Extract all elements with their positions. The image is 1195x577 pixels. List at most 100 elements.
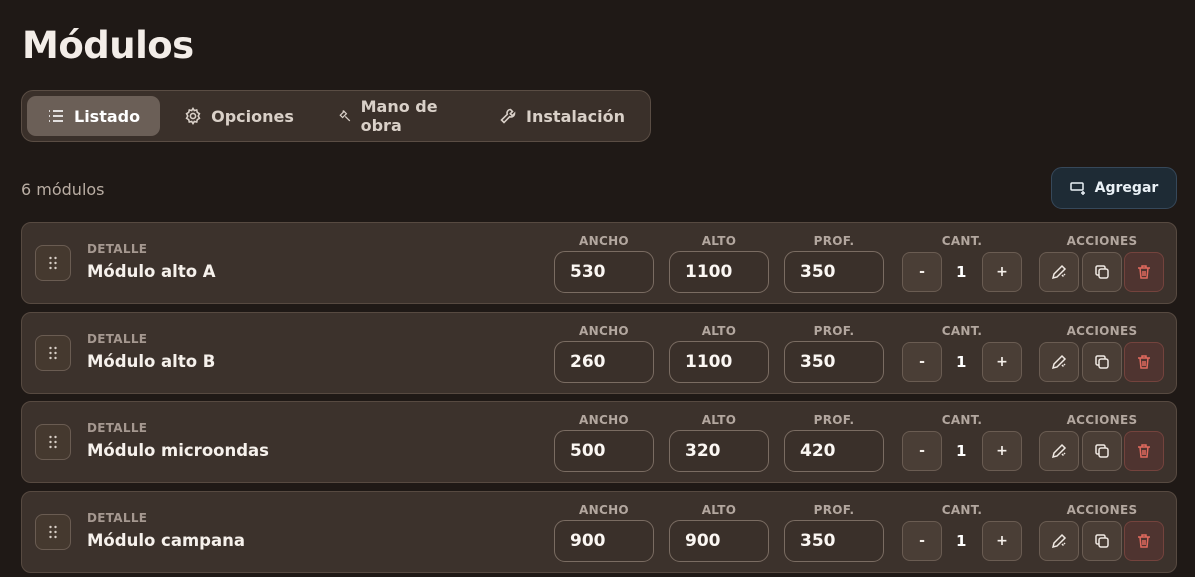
duplicate-button[interactable] — [1082, 252, 1122, 292]
actions-label: ACCIONES — [1066, 234, 1138, 248]
list-icon — [49, 110, 63, 122]
actions-label: ACCIONES — [1066, 413, 1138, 427]
module-count: 6 módulos — [21, 180, 105, 199]
delete-button[interactable] — [1124, 341, 1164, 382]
edit-icon — [1051, 354, 1067, 369]
actions-label: ACCIONES — [1066, 502, 1138, 517]
grip-icon — [49, 256, 57, 270]
module-row: DETALLE Módulo alto B ANCHO ALTO PROF. C… — [21, 311, 1177, 394]
module-row: DETALLE Módulo microondas ANCHO ALTO PRO… — [21, 401, 1177, 483]
copy-icon — [1095, 354, 1109, 369]
tab-label: Instalación — [526, 106, 625, 126]
trash-icon — [1138, 265, 1150, 279]
edit-button[interactable] — [1039, 520, 1079, 561]
grip-icon — [49, 346, 57, 359]
width-input[interactable] — [554, 340, 654, 383]
gear-icon — [185, 107, 201, 125]
decrement-button[interactable]: - — [902, 341, 942, 382]
qty-label: CANT. — [941, 323, 983, 338]
trash-icon — [1138, 533, 1150, 548]
drag-handle[interactable] — [35, 513, 71, 550]
tab-mano-de-obra[interactable]: Mano de obra — [318, 96, 475, 136]
height-input[interactable] — [669, 519, 769, 562]
decrement-button[interactable]: - — [902, 520, 942, 561]
edit-icon — [1051, 533, 1067, 548]
wrench-icon — [500, 108, 516, 124]
height-label: ALTO — [701, 502, 737, 517]
width-label: ANCHO — [579, 502, 629, 517]
width-input[interactable] — [554, 251, 654, 293]
add-module-icon — [1069, 181, 1085, 195]
module-row: DETALLE Módulo alto A ANCHO ALTO PROF. C… — [21, 222, 1177, 304]
trash-icon — [1138, 444, 1150, 458]
width-input[interactable] — [554, 430, 654, 472]
depth-label: PROF. — [813, 323, 855, 338]
detail-label: DETALLE — [87, 242, 148, 256]
height-input[interactable] — [669, 340, 769, 383]
tab-label: Listado — [74, 106, 141, 126]
width-label: ANCHO — [579, 413, 629, 427]
tab-instalacion[interactable]: Instalación — [479, 96, 645, 136]
quantity-value: 1 — [956, 442, 967, 460]
detail-label: DETALLE — [87, 421, 148, 435]
edit-button[interactable] — [1039, 341, 1079, 382]
add-label: Agregar — [1094, 180, 1159, 196]
height-input[interactable] — [669, 251, 769, 293]
edit-icon — [1051, 264, 1067, 280]
qty-label: CANT. — [941, 234, 983, 248]
grip-icon — [49, 435, 57, 449]
increment-button[interactable]: + — [982, 520, 1022, 561]
tab-label: Mano de obra — [360, 97, 438, 135]
depth-input[interactable] — [784, 430, 884, 472]
edit-icon — [1051, 443, 1067, 459]
qty-label: CANT. — [941, 502, 983, 517]
duplicate-button[interactable] — [1082, 431, 1122, 471]
detail-label: DETALLE — [87, 331, 148, 346]
delete-button[interactable] — [1124, 431, 1164, 471]
module-name: Módulo alto A — [87, 262, 216, 281]
drag-handle[interactable] — [35, 334, 71, 371]
actions-label: ACCIONES — [1066, 323, 1138, 338]
depth-input[interactable] — [784, 340, 884, 383]
depth-input[interactable] — [784, 251, 884, 293]
tab-label: Opciones — [211, 106, 294, 126]
increment-button[interactable]: + — [982, 431, 1022, 471]
module-name: Módulo alto B — [87, 351, 216, 371]
delete-button[interactable] — [1124, 520, 1164, 561]
duplicate-button[interactable] — [1082, 520, 1122, 561]
tab-bar: Listado Opciones Mano de obra Instalació… — [21, 90, 651, 142]
drag-handle[interactable] — [35, 424, 71, 460]
height-input[interactable] — [669, 430, 769, 472]
add-module-button[interactable]: Agregar — [1051, 167, 1177, 209]
increment-button[interactable]: + — [982, 252, 1022, 292]
copy-icon — [1095, 533, 1109, 548]
module-row: DETALLE Módulo campana ANCHO ALTO PROF. … — [21, 490, 1177, 573]
delete-button[interactable] — [1124, 252, 1164, 292]
hammer-icon — [339, 110, 351, 122]
tab-opciones[interactable]: Opciones — [164, 96, 314, 136]
increment-button[interactable]: + — [982, 341, 1022, 382]
tab-listado[interactable]: Listado — [27, 96, 161, 136]
module-list: DETALLE Módulo alto A ANCHO ALTO PROF. C… — [21, 222, 1177, 577]
height-label: ALTO — [701, 323, 737, 338]
depth-label: PROF. — [813, 502, 855, 517]
width-label: ANCHO — [579, 323, 629, 338]
height-label: ALTO — [701, 413, 737, 427]
copy-icon — [1095, 444, 1109, 458]
width-input[interactable] — [554, 519, 654, 562]
quantity-value: 1 — [956, 531, 967, 550]
decrement-button[interactable]: - — [902, 431, 942, 471]
trash-icon — [1138, 354, 1150, 369]
edit-button[interactable] — [1039, 431, 1079, 471]
drag-handle[interactable] — [35, 245, 71, 281]
module-name: Módulo microondas — [87, 441, 269, 460]
duplicate-button[interactable] — [1082, 341, 1122, 382]
module-name: Módulo campana — [87, 530, 245, 550]
edit-button[interactable] — [1039, 252, 1079, 292]
decrement-button[interactable]: - — [902, 252, 942, 292]
copy-icon — [1095, 265, 1109, 279]
height-label: ALTO — [701, 234, 737, 248]
depth-input[interactable] — [784, 519, 884, 562]
qty-label: CANT. — [941, 413, 983, 427]
width-label: ANCHO — [579, 234, 629, 248]
